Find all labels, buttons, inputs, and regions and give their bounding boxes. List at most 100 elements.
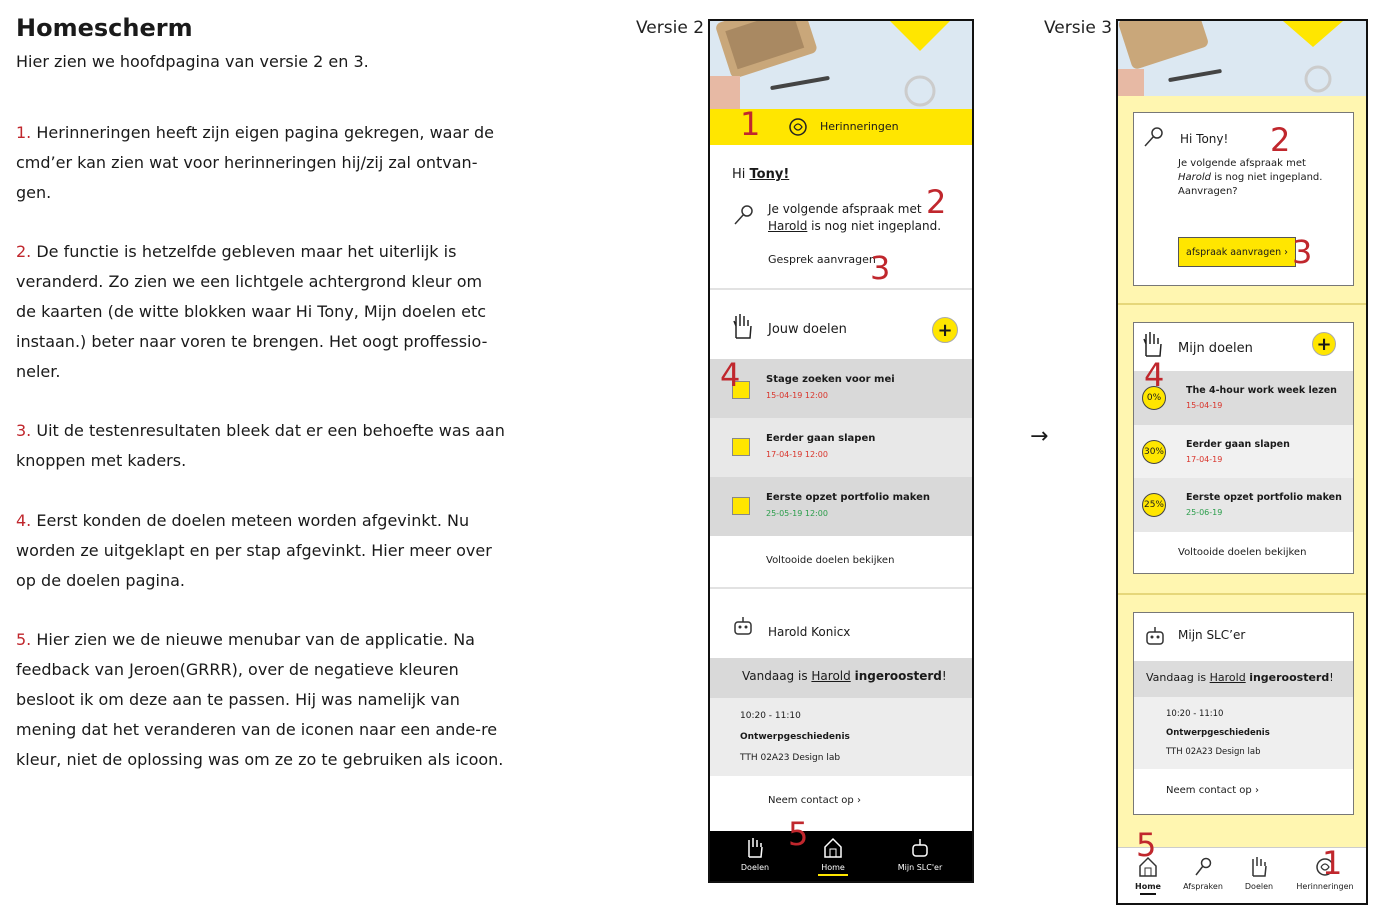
marker-5: 5 (1136, 826, 1157, 864)
goal-progress: 30% (1142, 440, 1166, 464)
goal-date: 15-04-19 (1186, 401, 1223, 410)
schedule-details: 10:20 - 11:10 Ontwerpgeschiedenis TTH 02… (1134, 697, 1353, 769)
pin-icon (1142, 125, 1166, 149)
add-goal-button[interactable]: + (932, 317, 958, 343)
goal-title: Eerste opzet portfolio maken (766, 492, 931, 503)
completed-goals-link[interactable]: Voltooide doelen bekijken (1178, 547, 1306, 558)
marker-3: 3 (870, 249, 891, 287)
schedule-suffix: ! (941, 669, 947, 683)
schedule-room: TTH 02A23 Design lab (1166, 747, 1261, 757)
appointment-line-2: is nog niet ingepland. (807, 219, 942, 233)
point-number: 3. (16, 421, 32, 440)
point-number: 1. (16, 123, 32, 142)
slc-card: Mijn SLC’er Vandaag is Harold ingerooste… (1133, 612, 1354, 815)
home-icon (808, 837, 858, 863)
pin-icon (1178, 856, 1228, 882)
schedule-course: Ontwerpgeschiedenis (1166, 728, 1270, 738)
schedule-text: Vandaag is Harold ingeroosterd! (1146, 671, 1334, 684)
request-appointment-button[interactable]: afspraak aanvragen › (1178, 237, 1296, 267)
nav-home[interactable]: Home (808, 837, 858, 876)
greeting-name: Tony! (749, 167, 790, 182)
schedule-suffix: ! (1329, 671, 1334, 684)
slc-title: Mijn SLC’er (1178, 628, 1246, 642)
chevron-right-icon: › (1254, 785, 1259, 796)
schedule-name: Harold (811, 669, 851, 683)
goal-date: 17-04-19 (1186, 455, 1223, 464)
goal-row[interactable]: Eerder gaan slapen 17-04-19 12:00 (710, 418, 972, 477)
point-text: Hier zien we de nieuwe menubar van de ap… (16, 630, 504, 769)
schedule-time: 10:20 - 11:10 (1166, 709, 1224, 719)
schedule-prefix: Vandaag is (1146, 671, 1210, 684)
goal-row[interactable]: Eerste opzet portfolio maken 25-05-19 12… (710, 477, 972, 536)
goals-title: Mijn doelen (1178, 341, 1253, 356)
contact-link[interactable]: Neem contact op › (1166, 785, 1259, 796)
robot-icon (1142, 623, 1168, 649)
robot-icon (890, 837, 950, 863)
appointment-line: Je volgende afspraak met (768, 202, 922, 216)
nav-label: Doelen (1244, 882, 1274, 891)
robot-icon (730, 613, 756, 639)
schedule-banner: Vandaag is Harold ingeroosterd! (1134, 661, 1353, 697)
goal-checkbox[interactable] (732, 497, 750, 515)
marker-4: 4 (720, 356, 741, 394)
goal-title: Eerste opzet portfolio maken (1186, 492, 1342, 503)
divider (1118, 593, 1366, 595)
nav-label: Herinneringen (1296, 882, 1354, 891)
nav-goals[interactable]: Doelen (1234, 856, 1284, 891)
divider (1118, 303, 1366, 305)
schedule-banner: Vandaag is Harold ingeroosterd! (710, 658, 972, 698)
desk-illustration (710, 21, 972, 109)
schedule-name: Harold (1209, 671, 1246, 684)
nav-slc[interactable]: Mijn SLC'er (890, 837, 950, 872)
goal-row[interactable]: 25% Eerste opzet portfolio maken 25-06-1… (1134, 478, 1353, 532)
appointment-line: Je volgende afspraak met (1178, 158, 1306, 169)
appointment-name[interactable]: Harold (768, 219, 807, 233)
nav-goals[interactable]: Doelen (730, 837, 780, 872)
nav-appointments[interactable]: Afspraken (1178, 856, 1228, 891)
marker-4: 4 (1144, 356, 1165, 394)
contact-link[interactable]: Neem contact op › (768, 795, 861, 806)
schedule-time: 10:20 - 11:10 (740, 711, 801, 721)
schedule-details: 10:20 - 11:10 Ontwerpgeschiedenis TTH 02… (710, 698, 972, 776)
goal-title: The 4-hour work week lezen (1186, 385, 1337, 396)
schedule-room: TTH 02A23 Design lab (740, 753, 841, 763)
nav-label: Home (1135, 882, 1161, 891)
schedule-course: Ontwerpgeschiedenis (740, 732, 850, 742)
point-text: De functie is hetzelfde gebleven maar he… (16, 242, 488, 381)
reminders-label: Herinneringen (820, 120, 899, 133)
goal-row[interactable]: Stage zoeken voor mei 15-04-19 12:00 (710, 359, 972, 418)
active-indicator (818, 874, 848, 876)
goal-row[interactable]: 30% Eerder gaan slapen 17-04-19 (1134, 425, 1353, 478)
schedule-bold: ingeroosterd (1249, 671, 1330, 684)
header-photo (1118, 21, 1366, 96)
hand-icon (1234, 856, 1284, 882)
appointment-text: Je volgende afspraak met Harold is nog n… (1178, 157, 1348, 199)
phone-version-3: Hi Tony! Je volgende afspraak met Harold… (1116, 19, 1368, 905)
add-goal-button[interactable]: + (1312, 332, 1336, 356)
goal-title: Eerder gaan slapen (1186, 439, 1290, 450)
goal-date: 17-04-19 12:00 (766, 450, 828, 459)
phone-version-2: Herinneringen Hi Tony! Je volgende afspr… (708, 19, 974, 883)
request-meeting-link[interactable]: Gesprek aanvragen (768, 253, 876, 266)
divider (710, 288, 972, 290)
greeting-prefix: Hi (732, 167, 750, 182)
marker-1: 1 (1322, 844, 1343, 882)
completed-goals-link[interactable]: Voltooide doelen bekijken (766, 555, 894, 566)
marker-2: 2 (1270, 121, 1291, 159)
goal-title: Stage zoeken voor mei (766, 374, 895, 385)
appointment-question: Aanvragen? (1178, 186, 1238, 197)
button-label: afspraak aanvragen (1186, 246, 1282, 258)
point-text: Eerst konden de doelen meteen worden afg… (16, 511, 492, 590)
schedule-bold: ingeroosterd (854, 669, 942, 683)
greeting-card: Hi Tony! Je volgende afspraak met Harold… (1133, 112, 1354, 286)
hand-icon (730, 311, 756, 341)
nav-label: Mijn SLC'er (897, 863, 943, 872)
goal-checkbox[interactable] (732, 438, 750, 456)
goal-date: 25-06-19 (1186, 508, 1223, 517)
hand-icon (1140, 329, 1166, 359)
brain-icon (788, 117, 808, 142)
header-photo (710, 21, 972, 109)
hand-icon (730, 837, 780, 863)
bottom-nav: Doelen Home Mijn SLC'er (710, 831, 972, 881)
goal-row[interactable]: 0% The 4-hour work week lezen 15-04-19 (1134, 371, 1353, 425)
